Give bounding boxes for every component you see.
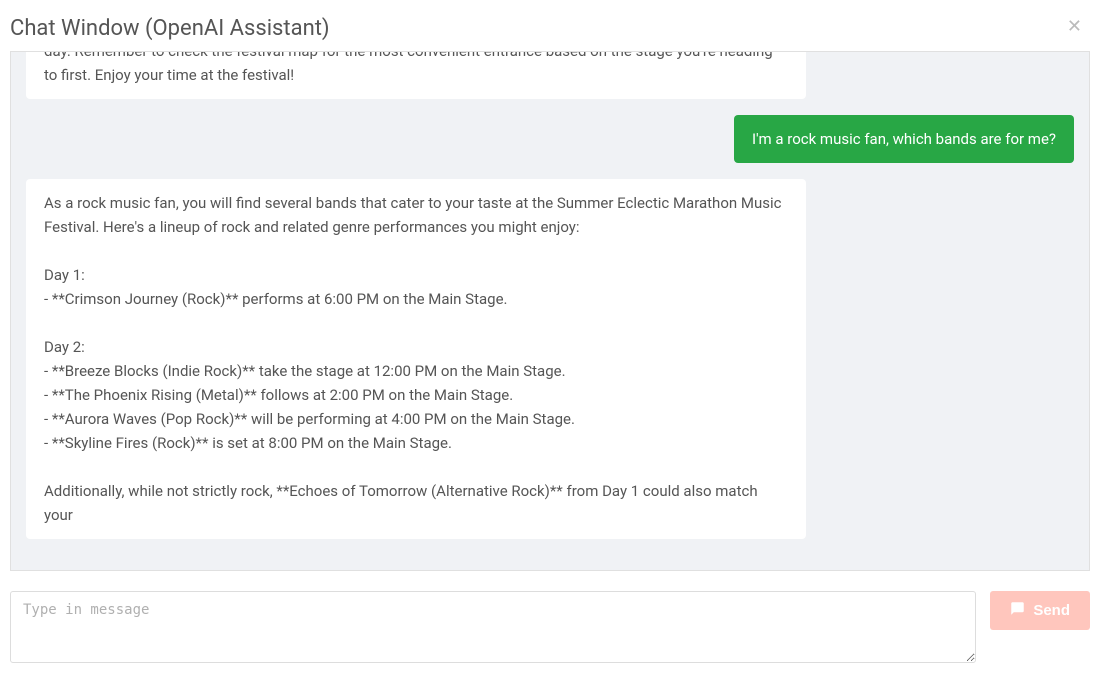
- message-text: 3. **By Bus:** If you prefer the bus, li…: [26, 51, 806, 99]
- message-input[interactable]: [10, 591, 976, 663]
- message-text: I'm a rock music fan, which bands are fo…: [734, 115, 1074, 163]
- chat-icon: [1010, 601, 1025, 620]
- send-button[interactable]: Send: [990, 591, 1090, 630]
- chat-messages-pane[interactable]: 3. **By Bus:** If you prefer the bus, li…: [10, 51, 1090, 571]
- message-text: As a rock music fan, you will find sever…: [26, 179, 806, 539]
- input-row: Send: [0, 571, 1100, 673]
- user-message: I'm a rock music fan, which bands are fo…: [26, 115, 1074, 163]
- page-title: Chat Window (OpenAI Assistant): [10, 16, 330, 41]
- header: Chat Window (OpenAI Assistant) ✕: [0, 0, 1100, 51]
- send-button-label: Send: [1033, 602, 1070, 619]
- assistant-message: As a rock music fan, you will find sever…: [26, 179, 1074, 539]
- assistant-message: 3. **By Bus:** If you prefer the bus, li…: [26, 51, 1074, 99]
- close-icon[interactable]: ✕: [1067, 16, 1090, 37]
